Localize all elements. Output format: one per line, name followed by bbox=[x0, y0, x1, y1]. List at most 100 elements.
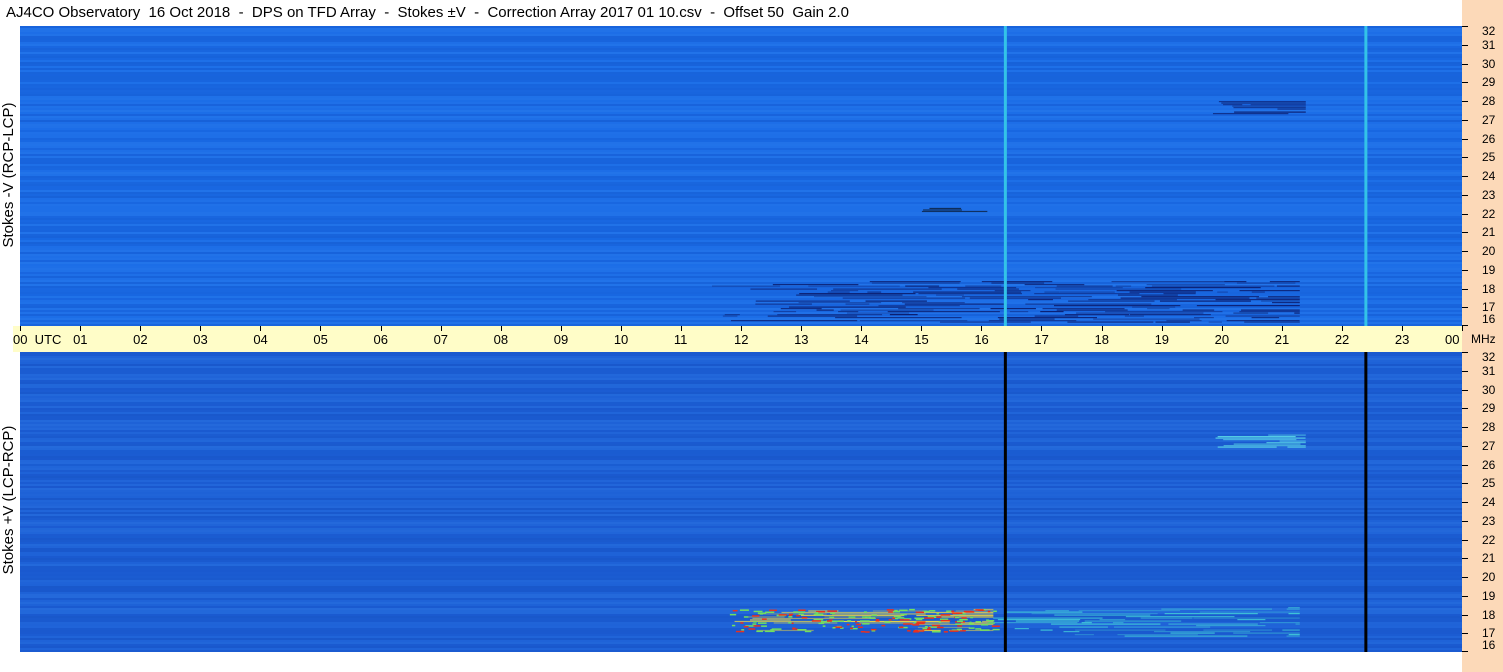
noise-band bbox=[20, 552, 1462, 554]
freq-tick-mark bbox=[1462, 539, 1468, 541]
noise-band bbox=[20, 366, 1462, 368]
burst-streak bbox=[1288, 634, 1300, 636]
burst-streak bbox=[1116, 290, 1213, 292]
burst-streak bbox=[1233, 107, 1306, 109]
burst-streak bbox=[1168, 623, 1258, 625]
freq-tick-label: 30 bbox=[1482, 56, 1496, 71]
burst-streak bbox=[1064, 314, 1130, 316]
burst-streak bbox=[1251, 291, 1265, 293]
freq-tick-label: 25 bbox=[1482, 476, 1496, 491]
noise-band bbox=[20, 536, 1462, 538]
noise-band bbox=[20, 150, 1462, 152]
burst-streak bbox=[1288, 607, 1300, 609]
burst-streak bbox=[1182, 309, 1215, 311]
burst-streak bbox=[999, 318, 1055, 320]
burst-streak bbox=[1286, 608, 1300, 610]
freq-tick-label: 20 bbox=[1482, 244, 1496, 258]
freq-tick-mark bbox=[1462, 325, 1468, 326]
noise-band bbox=[20, 420, 1462, 422]
burst-streak bbox=[1059, 626, 1108, 628]
freq-tick-mark bbox=[1462, 288, 1468, 290]
burst-hotspot bbox=[912, 624, 920, 626]
noise-band bbox=[20, 36, 1462, 38]
stokes-plus-v-spectrogram bbox=[20, 352, 1462, 652]
hour-tick-mark bbox=[680, 326, 682, 331]
burst-streak bbox=[997, 317, 1097, 319]
freq-tick-label: 21 bbox=[1482, 225, 1496, 240]
noise-band bbox=[20, 188, 1462, 190]
burst-hotspot bbox=[956, 620, 963, 623]
burst-hotspot bbox=[740, 622, 744, 624]
hour-tick-label: 13 bbox=[794, 332, 809, 347]
noise-band bbox=[20, 416, 1462, 418]
burst-streak bbox=[887, 311, 1000, 313]
freq-tick-label: 19 bbox=[1482, 588, 1496, 603]
burst-hotspot bbox=[757, 622, 767, 624]
noise-band bbox=[20, 108, 1462, 110]
burst-streak bbox=[1217, 446, 1277, 448]
noise-band bbox=[20, 514, 1462, 516]
burst-streak bbox=[808, 285, 900, 287]
vertical-line-0 bbox=[1003, 352, 1007, 652]
burst-streak bbox=[1269, 281, 1300, 283]
freq-tick-mark bbox=[1462, 232, 1468, 234]
burst-streak bbox=[780, 308, 822, 310]
noise-band bbox=[20, 532, 1462, 534]
burst-hotspot bbox=[931, 624, 941, 627]
noise-band bbox=[20, 94, 1462, 96]
burst-streak bbox=[1147, 308, 1170, 310]
burst-hotspot bbox=[936, 626, 944, 629]
noise-band bbox=[20, 548, 1462, 550]
noise-band bbox=[20, 68, 1462, 70]
noise-band bbox=[20, 178, 1462, 180]
noise-band bbox=[20, 542, 1462, 544]
burst-hotspot bbox=[769, 609, 777, 612]
burst-streak bbox=[1145, 287, 1261, 289]
freq-tick-label: 19 bbox=[1482, 262, 1496, 277]
burst-hotspot bbox=[939, 618, 949, 621]
noise-band bbox=[20, 200, 1462, 202]
burst-hotspot bbox=[899, 626, 904, 628]
burst-hotspot bbox=[801, 616, 808, 619]
noise-band bbox=[20, 252, 1462, 254]
noise-band bbox=[20, 46, 1462, 48]
burst-hotspot bbox=[975, 609, 984, 611]
burst-streak bbox=[1031, 613, 1158, 615]
burst-hotspot bbox=[862, 623, 870, 625]
burst-streak bbox=[1217, 291, 1228, 293]
burst-hotspot bbox=[798, 609, 806, 611]
burst-hotspot bbox=[955, 623, 963, 625]
noise-band bbox=[20, 136, 1462, 138]
hour-tick-mark bbox=[80, 326, 82, 331]
noise-band bbox=[20, 230, 1462, 232]
burst-streak bbox=[838, 311, 859, 313]
burst-hotspot bbox=[859, 620, 870, 622]
freq-tick-label: 29 bbox=[1482, 75, 1496, 90]
burst-hotspot bbox=[764, 630, 775, 633]
hour-tick-label: 10 bbox=[613, 332, 629, 347]
noise-band bbox=[20, 246, 1462, 248]
burst-streak bbox=[1244, 321, 1300, 323]
noise-band bbox=[20, 164, 1462, 166]
noise-band bbox=[20, 358, 1462, 360]
burst-hotspot bbox=[848, 616, 856, 618]
burst-streak bbox=[712, 285, 781, 287]
burst-streak bbox=[722, 315, 738, 317]
noise-band bbox=[20, 58, 1462, 60]
burst-streak bbox=[939, 321, 1031, 323]
noise-band bbox=[20, 412, 1462, 414]
freq-tick-mark bbox=[1462, 577, 1468, 578]
burst-streak bbox=[1294, 312, 1300, 314]
burst-hotspot bbox=[788, 613, 794, 616]
noise-band bbox=[20, 130, 1462, 132]
noise-band bbox=[20, 544, 1462, 546]
hour-tick-mark bbox=[380, 326, 382, 331]
noise-band bbox=[20, 232, 1462, 234]
noise-band bbox=[20, 478, 1462, 480]
noise-band bbox=[20, 580, 1462, 582]
noise-band bbox=[20, 48, 1462, 50]
hour-tick-label: 23 bbox=[1394, 332, 1410, 347]
burst-hotspot bbox=[830, 612, 836, 615]
burst-streak bbox=[871, 282, 960, 284]
freq-tick-label: 18 bbox=[1482, 607, 1496, 622]
